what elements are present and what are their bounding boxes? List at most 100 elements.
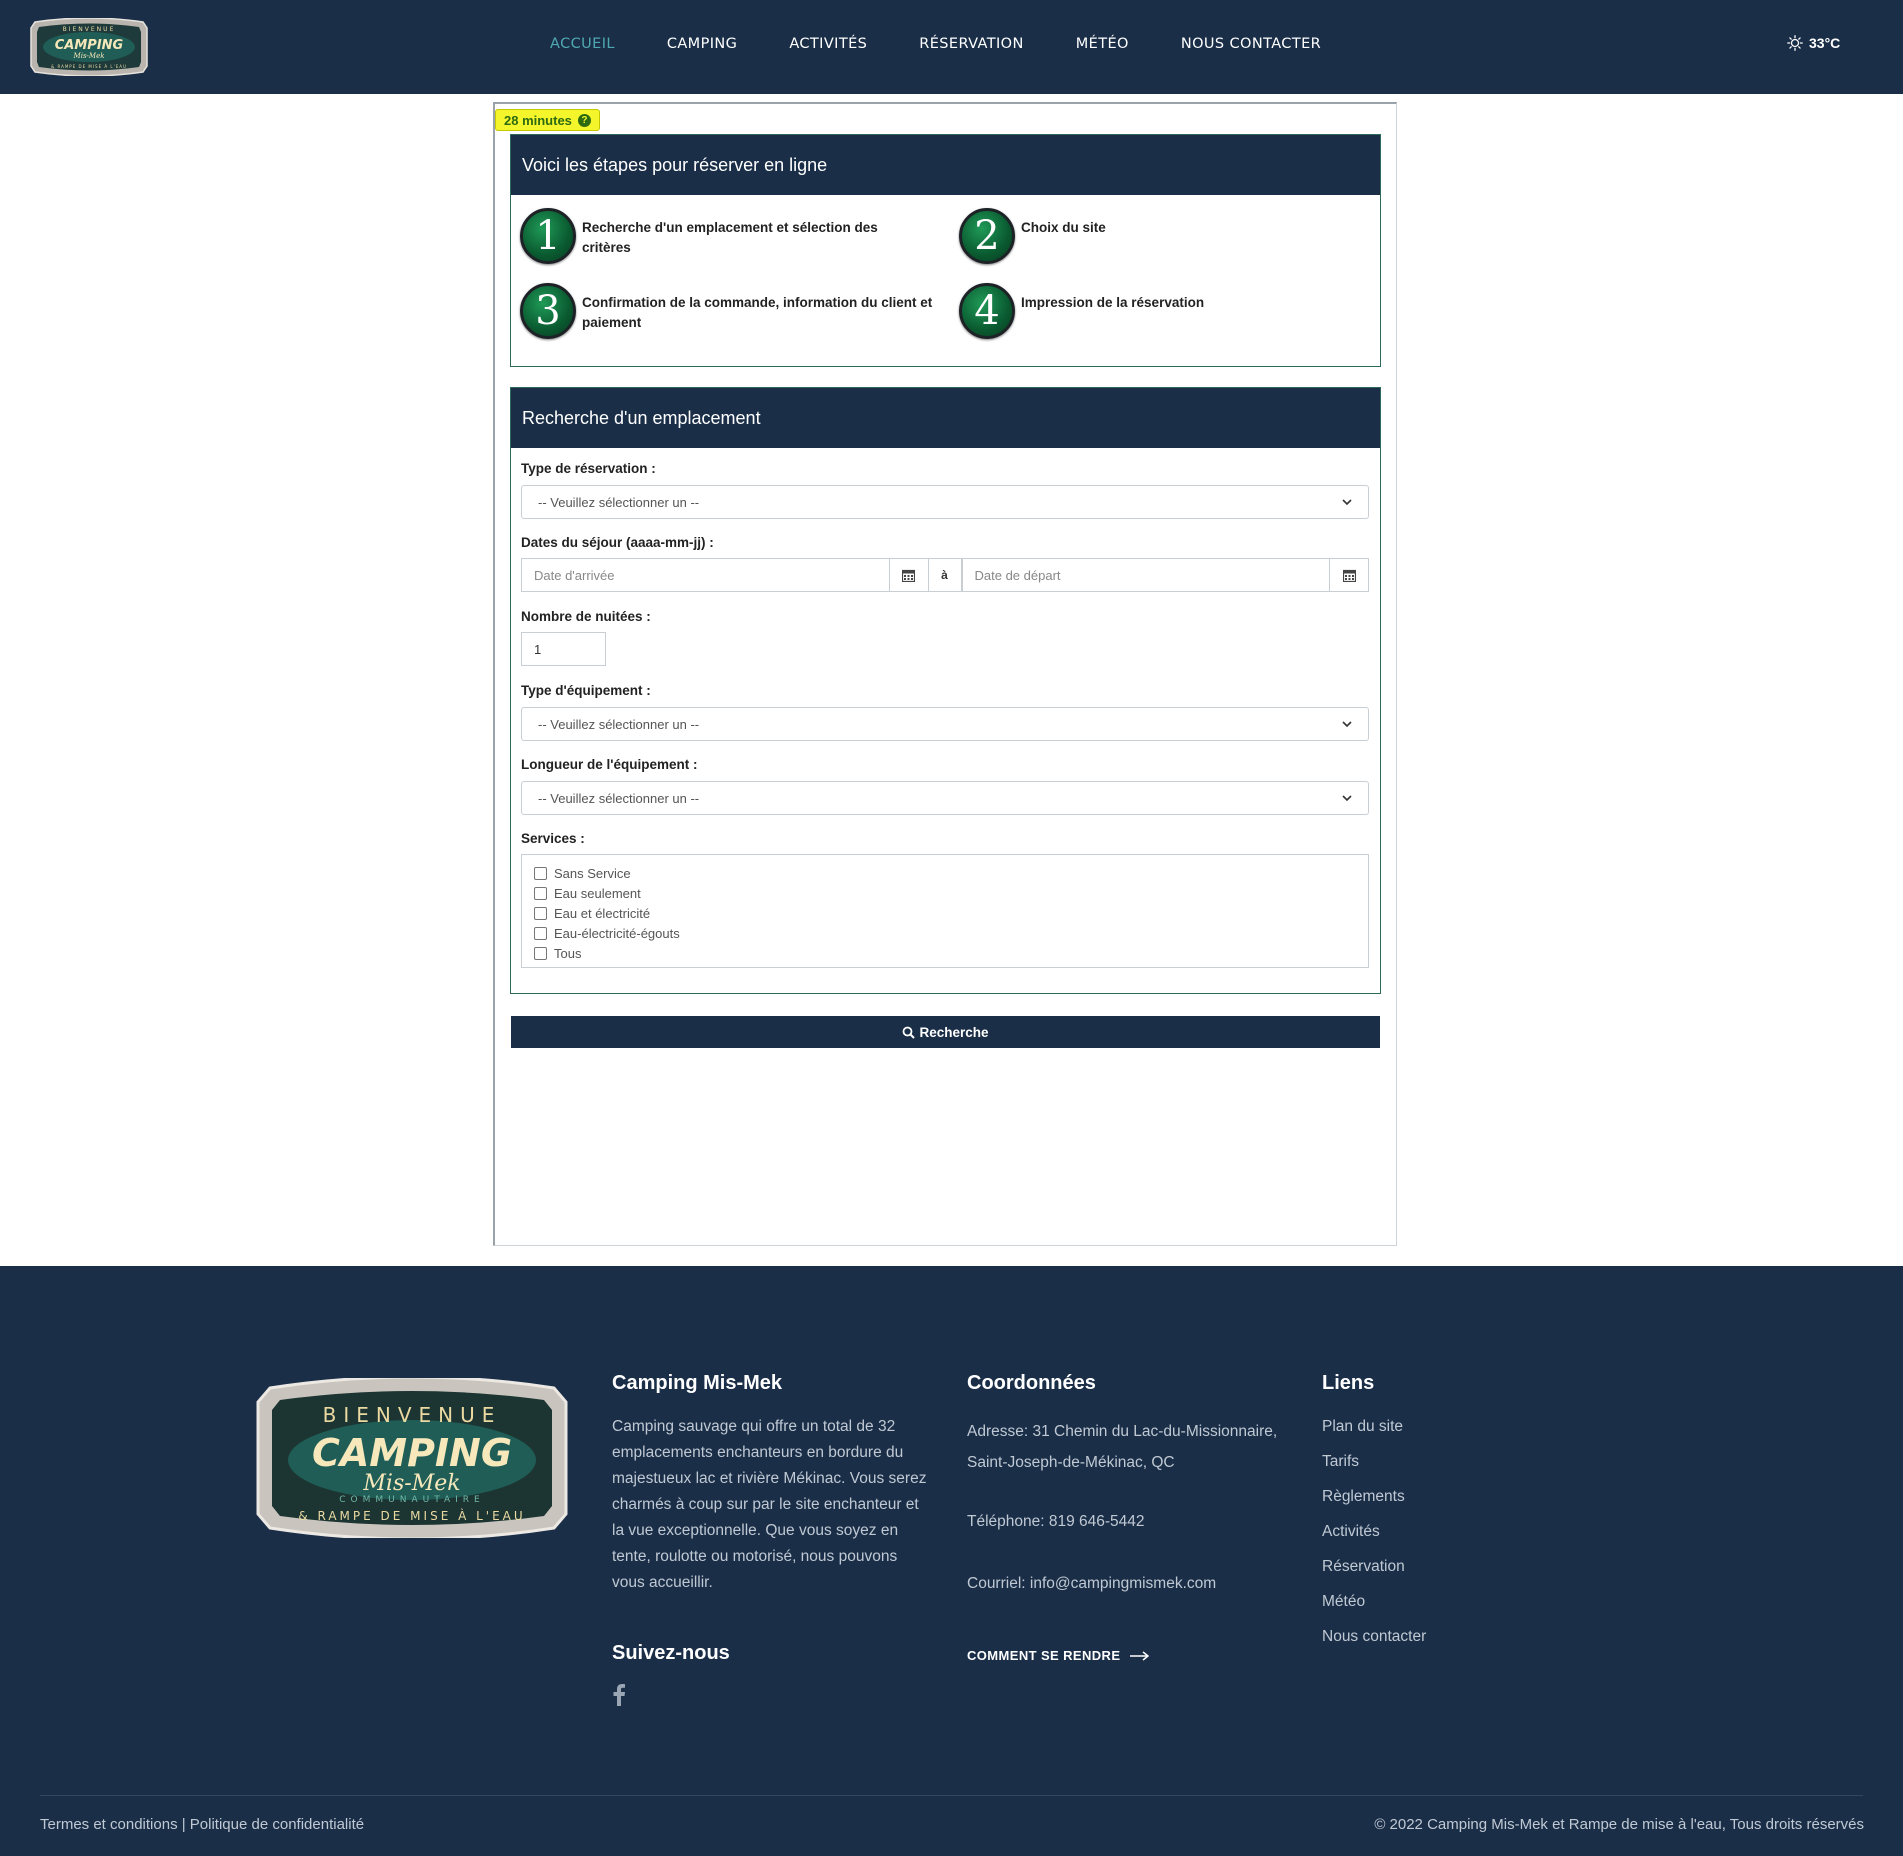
- type-reservation-label: Type de réservation :: [521, 461, 656, 476]
- step-text: Impression de la réservation: [1021, 295, 1205, 310]
- step-3: 3 Confirmation de la commande, informati…: [520, 283, 942, 339]
- search-button-label: Recherche: [919, 1024, 989, 1040]
- svg-text:& RAMPE DE MISE À L'EAU: & RAMPE DE MISE À L'EAU: [298, 1508, 525, 1523]
- date-separator: à: [928, 558, 962, 592]
- svg-text:Mis-Mek: Mis-Mek: [362, 1471, 460, 1496]
- service-label: Sans Service: [554, 865, 631, 881]
- session-timer-badge: 28 minutes ?: [495, 109, 600, 131]
- footer-phone: Téléphone: 819 646-5442: [967, 1513, 1145, 1530]
- footer-link-contact[interactable]: Nous contacter: [1322, 1628, 1426, 1663]
- weather-widget[interactable]: 33°C: [1787, 35, 1840, 51]
- dates-group: Date d'arrivée à Date de départ: [521, 558, 1369, 592]
- departure-calendar-button[interactable]: [1330, 558, 1369, 592]
- calendar-icon: [1342, 569, 1356, 582]
- select-value: -- Veuillez sélectionner un --: [538, 790, 700, 806]
- footer-link-plan[interactable]: Plan du site: [1322, 1418, 1426, 1453]
- step-number-icon: 2: [959, 208, 1015, 264]
- footer-link-meteo[interactable]: Météo: [1322, 1593, 1426, 1628]
- step-number-icon: 4: [959, 283, 1015, 339]
- arrival-calendar-button[interactable]: [889, 558, 929, 592]
- footer-contact-title: Coordonnées: [967, 1372, 1096, 1394]
- nav-contact[interactable]: NOUS CONTACTER: [1181, 36, 1321, 52]
- svg-text:COMMUNAUTAIRE: COMMUNAUTAIRE: [339, 1495, 485, 1505]
- steps-panel-title: Voici les étapes pour réserver en ligne: [511, 135, 1380, 195]
- checkbox[interactable]: [534, 886, 547, 900]
- service-option[interactable]: Sans Service: [534, 863, 1356, 883]
- service-label: Eau et électricité: [554, 905, 651, 921]
- chevron-down-icon: [1342, 795, 1352, 802]
- service-label: Tous: [554, 945, 582, 961]
- step-1: 1 Recherche d'un emplacement et sélectio…: [520, 208, 922, 264]
- equipement-select[interactable]: -- Veuillez sélectionner un --: [521, 707, 1369, 741]
- step-text: Confirmation de la commande, information…: [582, 295, 933, 330]
- checkbox[interactable]: [534, 906, 547, 920]
- arrival-date-input[interactable]: Date d'arrivée: [521, 558, 890, 592]
- service-label: Eau seulement: [554, 885, 641, 901]
- footer-link-reservation[interactable]: Réservation: [1322, 1558, 1426, 1593]
- footer-link-tarifs[interactable]: Tarifs: [1322, 1453, 1426, 1488]
- question-circle-icon[interactable]: ?: [577, 113, 591, 127]
- calendar-icon: [902, 569, 915, 582]
- longueur-label: Longueur de l'équipement :: [521, 757, 698, 772]
- footer-link-activites[interactable]: Activités: [1322, 1523, 1426, 1558]
- chevron-down-icon: [1342, 721, 1352, 728]
- checkbox[interactable]: [534, 946, 547, 960]
- timer-label: 28 minutes: [504, 112, 572, 128]
- departure-date-input[interactable]: Date de départ: [961, 558, 1330, 592]
- facebook-icon[interactable]: [612, 1684, 626, 1706]
- step-number-icon: 1: [520, 208, 576, 264]
- top-navbar: BIENVENUE CAMPING Mis-Mek & RAMPE DE MIS…: [0, 0, 1903, 94]
- footer-about-title: Camping Mis-Mek: [612, 1372, 783, 1394]
- search-button[interactable]: Recherche: [511, 1016, 1380, 1048]
- service-option[interactable]: Tous: [534, 943, 1356, 963]
- select-value: -- Veuillez sélectionner un --: [538, 716, 700, 732]
- arrow-right-icon: [1130, 1650, 1150, 1661]
- footer-legal-links[interactable]: Termes et conditions | Politique de conf…: [40, 1816, 364, 1833]
- footer-links-list: Plan du site Tarifs Règlements Activités…: [1322, 1418, 1426, 1663]
- longueur-select[interactable]: -- Veuillez sélectionner un --: [521, 781, 1369, 815]
- checkbox[interactable]: [534, 866, 547, 880]
- step-4: 4 Impression de la réservation: [959, 283, 1204, 339]
- nuitees-input[interactable]: 1: [521, 632, 606, 666]
- directions-label: COMMENT SE RENDRE: [967, 1648, 1121, 1663]
- main-nav: ACCUEIL CAMPING ACTIVITÉS RÉSERVATION MÉ…: [550, 36, 1373, 52]
- footer-link-reglements[interactable]: Règlements: [1322, 1488, 1426, 1523]
- footer-links-title: Liens: [1322, 1372, 1375, 1394]
- step-2: 2 Choix du site: [959, 208, 1106, 264]
- temperature: 33°C: [1809, 35, 1841, 51]
- nav-reservation[interactable]: RÉSERVATION: [919, 36, 1023, 52]
- svg-text:Mis-Mek: Mis-Mek: [73, 52, 105, 60]
- search-panel: Recherche d'un emplacement Type de réser…: [510, 387, 1381, 994]
- equipement-label: Type d'équipement :: [521, 683, 651, 698]
- service-option[interactable]: Eau-électricité-égouts: [534, 923, 1356, 943]
- search-icon: [903, 1026, 916, 1039]
- type-reservation-select[interactable]: -- Veuillez sélectionner un --: [521, 485, 1369, 519]
- step-text: Choix du site: [1021, 220, 1106, 235]
- select-value: -- Veuillez sélectionner un --: [538, 494, 700, 510]
- svg-text:CAMPING: CAMPING: [312, 1431, 512, 1475]
- svg-text:CAMPING: CAMPING: [55, 38, 124, 53]
- camping-logo[interactable]: BIENVENUE CAMPING Mis-Mek COMMUNAUTAIRE …: [256, 1378, 568, 1538]
- chevron-down-icon: [1342, 499, 1352, 506]
- services-list: Sans Service Eau seulement Eau et électr…: [521, 854, 1369, 968]
- sun-icon: [1787, 35, 1803, 51]
- footer-email[interactable]: Courriel: info@campingmismek.com: [967, 1571, 1216, 1597]
- svg-text:BIENVENUE: BIENVENUE: [63, 26, 116, 33]
- checkbox[interactable]: [534, 926, 547, 940]
- nav-meteo[interactable]: MÉTÉO: [1076, 36, 1129, 52]
- step-text: Recherche d'un emplacement et sélection …: [582, 220, 878, 255]
- directions-link[interactable]: COMMENT SE RENDRE: [967, 1648, 1150, 1663]
- nav-camping[interactable]: CAMPING: [667, 36, 737, 52]
- footer: BIENVENUE CAMPING Mis-Mek COMMUNAUTAIRE …: [0, 1266, 1903, 1856]
- nav-accueil[interactable]: ACCUEIL: [550, 36, 615, 52]
- nav-activites[interactable]: ACTIVITÉS: [789, 36, 867, 52]
- camping-logo[interactable]: BIENVENUE CAMPING Mis-Mek & RAMPE DE MIS…: [29, 18, 149, 76]
- svg-text:& RAMPE DE MISE À L'EAU: & RAMPE DE MISE À L'EAU: [51, 64, 127, 69]
- footer-about-text: Camping sauvage qui offre un total de 32…: [612, 1418, 927, 1591]
- svg-text:BIENVENUE: BIENVENUE: [323, 1403, 502, 1427]
- service-option[interactable]: Eau seulement: [534, 883, 1356, 903]
- services-label: Services :: [521, 831, 585, 846]
- service-option[interactable]: Eau et électricité: [534, 903, 1356, 923]
- footer-copyright: © 2022 Camping Mis-Mek et Rampe de mise …: [1374, 1816, 1864, 1833]
- footer-follow-title: Suivez-nous: [612, 1642, 730, 1664]
